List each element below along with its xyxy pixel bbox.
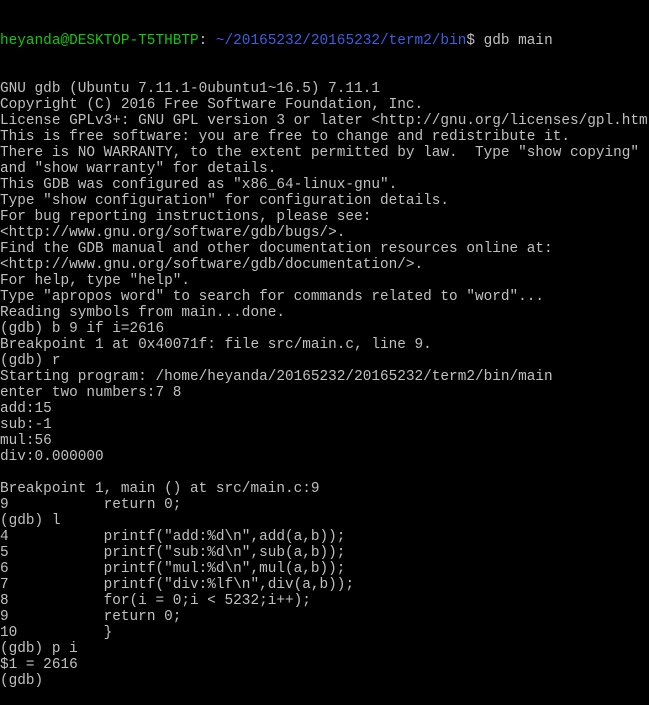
terminal-line: 7 printf("div:%lf\n",div(a,b)); <box>0 577 355 593</box>
prompt-path: ~/20165232/20165232/term2/bin <box>207 33 467 49</box>
terminal-line: 9 return 0; <box>0 497 182 513</box>
terminal-line: <http://www.gnu.org/software/gdb/bugs/>. <box>0 225 346 241</box>
terminal-line: For bug reporting instructions, please s… <box>0 209 372 225</box>
terminal-line: <http://www.gnu.org/software/gdb/documen… <box>0 257 424 273</box>
terminal-line: 6 printf("mul:%d\n",mul(a,b)); <box>0 561 346 577</box>
terminal-line: (gdb) b 9 if i=2616 <box>0 321 165 337</box>
terminal-line: Copyright (C) 2016 Free Software Foundat… <box>0 97 424 113</box>
terminal-line: (gdb) <box>0 673 44 689</box>
terminal-line: Starting program: /home/heyanda/20165232… <box>0 369 553 385</box>
terminal-line: Breakpoint 1 at 0x40071f: file src/main.… <box>0 337 432 353</box>
terminal-line: mul:56 <box>0 433 52 449</box>
terminal-line: 10 } <box>0 625 113 641</box>
terminal-line: 4 printf("add:%d\n",add(a,b)); <box>0 529 346 545</box>
terminal-line: and "show warranty" for details. <box>0 161 277 177</box>
terminal-line: (gdb) l <box>0 513 61 529</box>
terminal-line: $1 = 2616 <box>0 657 78 673</box>
terminal-line: 9 return 0; <box>0 609 182 625</box>
terminal-line: Type "show configuration" for configurat… <box>0 193 450 209</box>
terminal-line: sub:-1 <box>0 417 52 433</box>
terminal-line: This GDB was configured as "x86_64-linux… <box>0 177 398 193</box>
terminal-line: 8 for(i = 0;i < 5232;i++); <box>0 593 311 609</box>
terminal-window[interactable]: heyanda@DESKTOP-T5THBTP: ~/20165232/2016… <box>0 1 649 689</box>
prompt-command: $ gdb main <box>466 33 553 49</box>
prompt-user-host: heyanda@DESKTOP-T5THBTP <box>0 33 199 49</box>
shell-prompt-line: heyanda@DESKTOP-T5THBTP: ~/20165232/2016… <box>0 33 649 49</box>
terminal-line: GNU gdb (Ubuntu 7.11.1-0ubuntu1~16.5) 7.… <box>0 81 380 97</box>
terminal-line: There is NO WARRANTY, to the extent perm… <box>0 145 640 161</box>
terminal-line: Breakpoint 1, main () at src/main.c:9 <box>0 481 320 497</box>
prompt-separator: : <box>198 33 208 49</box>
terminal-line: 5 printf("sub:%d\n",sub(a,b)); <box>0 545 346 561</box>
terminal-line: For help, type "help". <box>0 273 190 289</box>
terminal-line: License GPLv3+: GNU GPL version 3 or lat… <box>0 113 649 129</box>
terminal-line: This is free software: you are free to c… <box>0 129 570 145</box>
terminal-line: Find the GDB manual and other documentat… <box>0 241 553 257</box>
terminal-line: Type "apropos word" to search for comman… <box>0 289 545 305</box>
terminal-line: add:15 <box>0 401 52 417</box>
terminal-line: (gdb) r <box>0 353 61 369</box>
terminal-line: div:0.000000 <box>0 449 104 465</box>
terminal-line: Reading symbols from main...done. <box>0 305 285 321</box>
terminal-output: GNU gdb (Ubuntu 7.11.1-0ubuntu1~16.5) 7.… <box>0 81 649 689</box>
terminal-line: (gdb) p i <box>0 641 78 657</box>
terminal-line: enter two numbers:7 8 <box>0 385 182 401</box>
